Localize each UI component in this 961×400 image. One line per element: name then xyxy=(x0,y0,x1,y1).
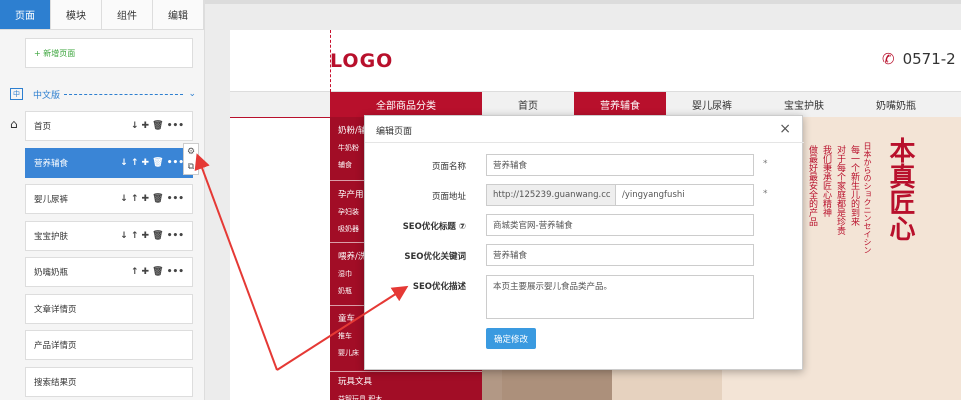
banner-text-jp: 日本からのショクニンセイシン xyxy=(863,142,872,254)
canvas-top-strip xyxy=(205,0,961,4)
home-icon: ⌂ xyxy=(10,117,18,131)
category-title: 奶粉/辅 xyxy=(338,126,367,136)
category-title: 童车 xyxy=(338,314,356,324)
seo-title-label: SEO优化标题 ⑦ xyxy=(402,222,466,232)
page-item-search-results[interactable]: 搜索结果页 xyxy=(25,366,193,397)
sidebar-tabs: 页面 模块 组件 编辑 xyxy=(0,0,204,30)
seo-description-label: SEO优化描述 xyxy=(412,282,466,292)
category-sub: 辅食 xyxy=(338,161,352,169)
phone-number: 0571-2 xyxy=(902,50,956,68)
banner-text: 做最好最安全的产品 xyxy=(807,145,817,226)
page-url-prefix: http://125239.guanwang.cc xyxy=(486,184,616,206)
page-url-input[interactable]: /yingyangfushi xyxy=(616,184,754,206)
page-item-product-detail[interactable]: 产品详情页 xyxy=(25,330,193,360)
page-item-article-detail[interactable]: 文章详情页 xyxy=(25,293,193,324)
page-url-label: 页面地址 xyxy=(431,192,466,202)
page-item-nutrition[interactable]: 营养辅食 ↓ ↑ ✚ 🗑 ••• xyxy=(25,147,193,178)
language-icon: 中 xyxy=(10,88,23,100)
nav-item-home[interactable]: 首页 xyxy=(482,92,574,117)
page-item-skincare[interactable]: 宝宝护肤 ↓ ↑ ✚ 🗑 ••• xyxy=(25,220,193,251)
category-block[interactable]: 玩具文具 益智玩具 积木 xyxy=(338,374,382,400)
seo-title-input[interactable]: 商城类官网-营养辅食 xyxy=(486,214,754,236)
site-phone: ✆ 0571-2 xyxy=(882,50,956,68)
nav-all-categories[interactable]: 全部商品分类 xyxy=(330,92,482,117)
page-item-bottles[interactable]: 奶嘴奶瓶 ↑ ✚ 🗑 ••• xyxy=(25,257,193,287)
divider xyxy=(330,371,482,372)
copy-icon[interactable]: ⧉ xyxy=(188,162,194,172)
phone-icon: ✆ xyxy=(882,50,895,68)
category-block[interactable]: 童车 推车 婴儿床 xyxy=(338,311,359,362)
required-mark: * xyxy=(763,159,768,169)
banner-text: 每一个新生儿的到来 xyxy=(849,145,859,226)
page-name-label: 页面名称 xyxy=(431,162,466,172)
tab-edit[interactable]: 编辑 xyxy=(153,0,204,29)
page-settings-float: ⚙ ⧉ xyxy=(183,143,199,175)
seo-description-textarea[interactable]: 本页主要展示婴儿食品类产品。 xyxy=(486,275,754,319)
language-selector[interactable]: 中 中文版 ⌄ xyxy=(10,86,196,102)
category-title: 孕产用 xyxy=(338,190,364,200)
language-label: 中文版 xyxy=(33,90,61,101)
site-navbar: 全部商品分类 首页 营养辅食 婴儿尿裤 宝宝护肤 奶嘴奶瓶 xyxy=(230,92,961,117)
banner-text: 对于每个家庭都是珍贵 xyxy=(835,145,845,235)
category-sub: 奶瓶 xyxy=(338,287,352,295)
tab-modules[interactable]: 模块 xyxy=(51,0,102,29)
close-icon[interactable]: × xyxy=(779,121,791,137)
page-item-actions[interactable]: ↓ ↑ ✚ 🗑 ••• xyxy=(120,185,184,213)
page-list: 首页 ↓ ✚ 🗑 ••• 营养辅食 ↓ ↑ ✚ 🗑 ••• 婴儿尿裤 ↓ ↑ ✚… xyxy=(25,111,193,400)
site-logo: LOGO xyxy=(330,50,394,72)
banner-text: 我们秉承匠心精神 xyxy=(821,145,831,217)
site-header: LOGO ✆ 0571-2 xyxy=(230,30,961,92)
page-item-label: 婴儿尿裤 xyxy=(34,195,69,205)
category-sub: 湿巾 xyxy=(338,270,352,278)
page-item-label: 宝宝护肤 xyxy=(34,231,69,242)
page-item-actions[interactable]: ↓ ↑ ✚ 🗑 ••• xyxy=(120,149,184,177)
page-item-label: 文章详情页 xyxy=(34,304,77,315)
edit-page-modal: 编辑页面 × 页面名称 营养辅食 * 页面地址 http://125239.gu… xyxy=(364,115,804,370)
divider xyxy=(365,142,804,143)
page-item-actions[interactable]: ↓ ↑ ✚ 🗑 ••• xyxy=(120,222,184,250)
nav-item-skincare[interactable]: 宝宝护肤 xyxy=(758,92,850,117)
page-item-label: 产品详情页 xyxy=(34,341,77,351)
category-sub: 牛奶粉 xyxy=(338,144,359,152)
banner-headline: 本真匠心 xyxy=(885,137,915,241)
tab-pages[interactable]: 页面 xyxy=(0,0,51,29)
category-block[interactable]: 奶粉/辅 牛奶粉 辅食 xyxy=(338,123,366,174)
modal-title: 编辑页面 xyxy=(376,127,413,137)
page-item-label: 奶嘴奶瓶 xyxy=(34,268,69,278)
required-mark: * xyxy=(763,189,768,199)
category-block[interactable]: 喂养/洗 湿巾 奶瓶 xyxy=(338,249,366,300)
category-title: 玩具文具 xyxy=(338,377,373,387)
seo-keywords-input[interactable]: 营养辅食 xyxy=(486,244,754,266)
divider xyxy=(64,93,184,95)
chevron-down-icon[interactable]: ⌄ xyxy=(188,89,196,99)
sidebar: 页面 模块 组件 编辑 + 新增页面 中 中文版 ⌄ ⌂ 首页 ↓ ✚ 🗑 ••… xyxy=(0,0,205,400)
category-sub: 婴儿床 xyxy=(338,349,359,357)
page-item-diapers[interactable]: 婴儿尿裤 ↓ ↑ ✚ 🗑 ••• xyxy=(25,184,193,214)
confirm-button[interactable]: 确定修改 xyxy=(486,328,536,349)
seo-keywords-label: SEO优化关键词 xyxy=(404,252,466,262)
category-block[interactable]: 孕产用 孕妇装 吸奶器 xyxy=(338,187,364,238)
category-sub: 推车 xyxy=(338,332,352,340)
nav-item-diapers[interactable]: 婴儿尿裤 xyxy=(666,92,758,117)
gear-icon[interactable]: ⚙ xyxy=(187,147,195,157)
category-sub: 益智玩具 积木 xyxy=(338,395,383,400)
page-item-label: 首页 xyxy=(34,122,52,132)
page-item-home[interactable]: 首页 ↓ ✚ 🗑 ••• xyxy=(25,111,193,141)
add-page-button[interactable]: + 新增页面 xyxy=(25,38,193,68)
page-name-input[interactable]: 营养辅食 xyxy=(486,154,754,176)
category-title: 喂养/洗 xyxy=(338,252,367,262)
nav-item-bottles[interactable]: 奶嘴奶瓶 xyxy=(850,92,942,117)
category-sub: 吸奶器 xyxy=(338,225,359,233)
page-item-actions[interactable]: ↓ ✚ 🗑 ••• xyxy=(131,112,184,140)
page-item-actions[interactable]: ↑ ✚ 🗑 ••• xyxy=(131,258,184,286)
page-item-label: 营养辅食 xyxy=(34,158,69,169)
tab-components[interactable]: 组件 xyxy=(102,0,153,29)
page-item-label: 搜索结果页 xyxy=(34,377,77,388)
category-sub: 孕妇装 xyxy=(338,208,359,216)
nav-item-nutrition[interactable]: 营养辅食 xyxy=(574,92,666,117)
